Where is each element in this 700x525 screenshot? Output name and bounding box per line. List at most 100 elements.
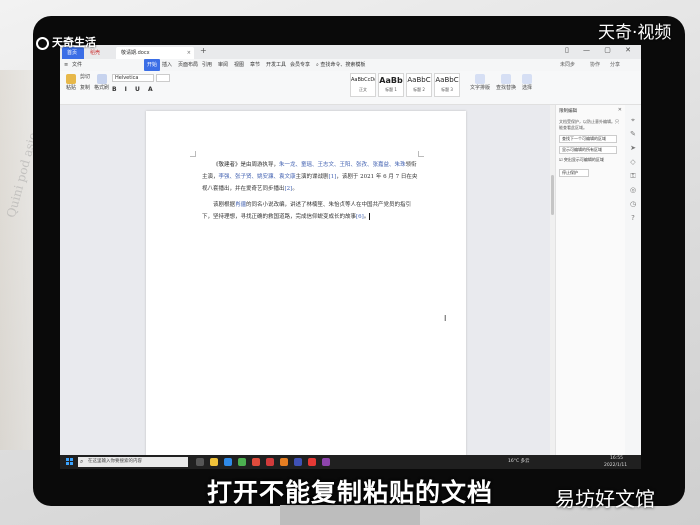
taskbar-search[interactable]: ⌕ 在这里输入你要搜索的内容 [78,457,188,467]
app-icon[interactable] [308,458,316,466]
menu-layout[interactable]: 页面布局 [178,59,198,71]
tab-document[interactable]: 敬请期.docx × [116,47,194,59]
help-icon[interactable]: ? [625,211,641,225]
pin-icon[interactable]: ⌖ [625,113,641,127]
menu-chapter[interactable]: 章节 [250,59,260,71]
command-search[interactable]: ⌕ 查找命令、搜索模板 [316,59,365,71]
screen: 首页 稻壳 敬请期.docx × + ▯ — ▢ ✕ ≡ 文件 开始 插入 页面… [60,45,641,468]
paste-label: 粘贴 [66,85,77,91]
word-icon[interactable] [294,458,302,466]
style-name: 正文 [359,87,367,92]
style-heading-2[interactable]: AaBbC 标题 2 [406,73,432,97]
stop-protection-button[interactable]: 停止保护 [559,169,589,177]
style-normal[interactable]: AaBbCcDd 正文 [350,73,376,97]
highlight-editable-checkbox[interactable]: ☑ 突出显示可编辑的区域 [559,157,604,163]
style-name: 标题 2 [413,87,425,92]
windows-start-icon[interactable] [66,458,74,466]
text-run: 该剧根据 [213,202,236,208]
text-run: 《敬建者》是由周游执导， [213,162,280,168]
weather-widget[interactable]: 16°C 多云 [508,458,530,465]
menu-bar: ≡ 文件 开始 插入 页面布局 引用 审阅 视图 章节 开发工具 会员专享 ⌕ … [60,59,641,71]
hamburger-icon[interactable]: ≡ [64,59,68,71]
brand-logo-icon [36,36,49,50]
style-sample: AaBbC [407,76,431,84]
wps-icon[interactable] [252,458,260,466]
clock-icon[interactable]: ◷ [625,197,641,211]
style-name: 标题 1 [385,87,397,92]
menu-developer[interactable]: 开发工具 [266,59,286,71]
citation: [6] [356,214,364,220]
menu-view[interactable]: 视图 [234,59,244,71]
command-search-label: 查找命令、搜索模板 [320,62,366,68]
style-heading-3[interactable]: AaBbC 标题 3 [434,73,460,97]
clipboard-icon [66,74,76,84]
app-icon[interactable] [280,458,288,466]
collaborate-button[interactable]: 协作 [590,59,600,71]
panel-description: 文档受保护，以防止意外编辑。只能查看此区域。 [559,119,619,130]
margin-corner [190,151,196,157]
scrollbar-thumb[interactable] [551,175,554,215]
app-icon[interactable] [238,458,246,466]
restrict-editing-panel: 限制编辑 ✕ 文档受保护，以防止意外编辑。只能查看此区域。 查找下一个可编辑的区… [555,105,625,456]
close-icon[interactable]: ✕ [618,107,622,113]
style-heading-1[interactable]: AaBb 标题 1 [378,73,404,97]
copy-button[interactable]: 复制 [80,85,90,92]
shape-icon[interactable]: ◇ [625,155,641,169]
pencil-icon[interactable]: ✎ [625,127,641,141]
menu-review[interactable]: 审阅 [218,59,228,71]
close-icon[interactable]: × [187,47,191,59]
format-painter-label: 格式刷 [94,85,110,91]
menu-insert[interactable]: 插入 [162,59,172,71]
document-body[interactable]: 《敬建者》是由周游执导，朱一龙、童瑶、王志文、王阳、张孜、张嘉益、朱珠领衔主演，… [202,159,418,227]
author-link: 肖疆 [235,202,247,208]
mouse-ibeam-icon: I [444,314,447,323]
paste-button[interactable]: 粘贴 [66,74,76,92]
edge-icon[interactable] [224,458,232,466]
clock-time[interactable]: 16:55 [610,455,623,462]
window-controls[interactable]: ▯ — ▢ ✕ [565,46,637,54]
highlight-editable-label: 突出显示可编辑的区域 [563,157,604,162]
pdf-icon[interactable] [266,458,274,466]
file-explorer-icon[interactable] [210,458,218,466]
clock-date[interactable]: 2022/1/11 [604,462,627,469]
lock-icon[interactable]: ⚿ [625,169,641,183]
cut-button[interactable]: 剪切 [80,74,90,81]
find-next-editable-button[interactable]: 查找下一个可编辑的区域 [559,135,617,143]
font-size-select[interactable] [156,74,170,82]
margin-corner [418,151,424,157]
select-button[interactable]: 选择 [522,74,532,92]
cast-link: 朱一龙、童瑶、王志文、王阳、张孜、张嘉益、朱珠 [279,162,406,168]
format-painter-button[interactable]: 格式刷 [94,74,109,92]
sync-status[interactable]: 未同步 [560,59,575,71]
task-view-icon[interactable] [196,458,204,466]
show-all-editable-button[interactable]: 显示可编辑的所有区域 [559,146,617,154]
find-replace-label: 查找替换 [496,85,517,91]
right-toolbar: ⌖ ✎ ➤ ◇ ⚿ ◎ ◷ ? [625,105,641,456]
menu-start[interactable]: 开始 [144,59,161,71]
menu-member[interactable]: 会员专享 [290,59,310,71]
text-run: 。 [292,186,298,192]
magnifier-icon [501,74,511,84]
menu-file[interactable]: 文件 [72,59,82,71]
find-replace-button[interactable]: 查找替换 [496,74,516,92]
document-canvas[interactable]: 《敬建者》是由周游执导，朱一龙、童瑶、王志文、王阳、张孜、张嘉益、朱珠领衔主演，… [60,105,551,456]
select-label: 选择 [522,85,533,91]
taskbar-search-placeholder: 在这里输入你要搜索的内容 [88,459,142,464]
brand-watermark-right: 天奇·视频 [598,23,672,43]
globe-icon[interactable]: ◎ [625,183,641,197]
windows-taskbar: ⌕ 在这里输入你要搜索的内容 16°C 多云 16:55 2022/1/11 [60,455,641,469]
text-layout-button[interactable]: 文字排版 [470,74,490,92]
search-icon: ⌕ [80,458,84,465]
brand-watermark-bottom: 易坊好文馆 [555,487,655,511]
app-icon[interactable] [322,458,330,466]
style-sample: AaBbCcDd [351,77,375,83]
cursor-icon[interactable]: ➤ [625,141,641,155]
menu-references[interactable]: 引用 [202,59,212,71]
format-buttons[interactable]: B I U A [112,86,156,93]
document-page[interactable]: 《敬建者》是由周游执导，朱一龙、童瑶、王志文、王阳、张孜、张嘉益、朱珠领衔主演，… [146,111,466,456]
share-button[interactable]: 分享 [610,59,620,71]
tab-document-label: 敬请期.docx [121,50,150,56]
panel-title: 限制编辑 [559,109,577,114]
font-family-select[interactable]: Helvetica [112,74,154,82]
new-tab-button[interactable]: + [200,46,207,55]
